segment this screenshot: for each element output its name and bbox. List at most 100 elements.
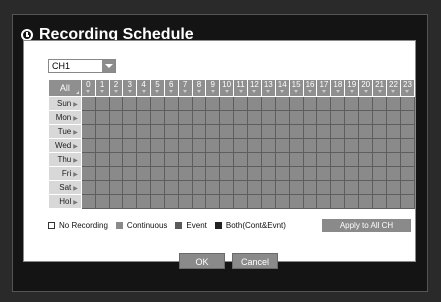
schedule-slot[interactable]: [233, 110, 248, 125]
schedule-slot[interactable]: [344, 166, 360, 181]
schedule-slot[interactable]: [399, 138, 416, 153]
chevron-down-icon[interactable]: [102, 60, 115, 72]
apply-to-all-ch-button[interactable]: Apply to All CH: [322, 219, 411, 232]
schedule-slot[interactable]: [163, 96, 179, 111]
schedule-slot[interactable]: [372, 96, 388, 111]
schedule-slot[interactable]: [163, 166, 179, 181]
all-button[interactable]: All: [48, 79, 82, 97]
schedule-slot[interactable]: [330, 180, 346, 195]
schedule-slot[interactable]: [399, 152, 416, 167]
day-header-sat[interactable]: Sat ▶: [48, 180, 82, 195]
schedule-slot[interactable]: [80, 110, 96, 125]
schedule-slot[interactable]: [399, 124, 416, 139]
schedule-slot[interactable]: [163, 194, 179, 209]
schedule-slot[interactable]: [260, 180, 276, 195]
schedule-slot[interactable]: [177, 194, 193, 209]
schedule-slot[interactable]: [302, 138, 318, 153]
schedule-slot[interactable]: [205, 194, 221, 209]
schedule-slot[interactable]: [136, 166, 152, 181]
schedule-slot[interactable]: [372, 124, 388, 139]
schedule-slot[interactable]: [219, 124, 235, 139]
schedule-slot[interactable]: [177, 138, 193, 153]
schedule-slot[interactable]: [108, 110, 124, 125]
schedule-slot[interactable]: [150, 96, 165, 111]
schedule-slot[interactable]: [386, 124, 401, 139]
schedule-slot[interactable]: [122, 124, 138, 139]
schedule-slot[interactable]: [344, 110, 360, 125]
schedule-slot[interactable]: [344, 124, 360, 139]
schedule-slot[interactable]: [330, 152, 346, 167]
schedule-slot[interactable]: [246, 152, 262, 167]
schedule-slot[interactable]: [219, 166, 235, 181]
schedule-slot[interactable]: [136, 194, 152, 209]
schedule-slot[interactable]: [316, 166, 332, 181]
schedule-slot[interactable]: [163, 124, 179, 139]
schedule-slot[interactable]: [108, 166, 124, 181]
schedule-slot[interactable]: [80, 124, 96, 139]
schedule-slot[interactable]: [344, 180, 360, 195]
schedule-slot[interactable]: [274, 152, 290, 167]
schedule-slot[interactable]: [288, 110, 304, 125]
schedule-slot[interactable]: [372, 166, 388, 181]
schedule-slot[interactable]: [163, 180, 179, 195]
schedule-slot[interactable]: [122, 96, 138, 111]
schedule-slot[interactable]: [205, 138, 221, 153]
schedule-slot[interactable]: [288, 166, 304, 181]
schedule-slot[interactable]: [108, 96, 124, 111]
schedule-slot[interactable]: [246, 96, 262, 111]
schedule-slot[interactable]: [191, 194, 207, 209]
schedule-slot[interactable]: [177, 152, 193, 167]
schedule-slot[interactable]: [246, 194, 262, 209]
schedule-slot[interactable]: [344, 152, 360, 167]
schedule-slot[interactable]: [219, 194, 235, 209]
schedule-slot[interactable]: [122, 110, 138, 125]
schedule-slot[interactable]: [233, 194, 248, 209]
schedule-slot[interactable]: [274, 110, 290, 125]
schedule-slot[interactable]: [274, 96, 290, 111]
schedule-slot[interactable]: [260, 96, 276, 111]
schedule-slot[interactable]: [80, 166, 96, 181]
schedule-slot[interactable]: [399, 96, 416, 111]
hour-header-21[interactable]: 21: [372, 79, 388, 97]
schedule-slot[interactable]: [316, 152, 332, 167]
schedule-slot[interactable]: [386, 138, 401, 153]
schedule-slot[interactable]: [219, 152, 235, 167]
schedule-slot[interactable]: [302, 110, 318, 125]
schedule-slot[interactable]: [191, 124, 207, 139]
schedule-slot[interactable]: [219, 110, 235, 125]
schedule-slot[interactable]: [108, 138, 124, 153]
schedule-slot[interactable]: [80, 96, 96, 111]
schedule-slot[interactable]: [94, 194, 110, 209]
hour-header-22[interactable]: 22: [386, 79, 401, 97]
day-header-sun[interactable]: Sun ▶: [48, 96, 82, 111]
hour-header-3[interactable]: 3: [122, 79, 138, 97]
day-header-thu[interactable]: Thu ▶: [48, 152, 82, 167]
schedule-slot[interactable]: [191, 152, 207, 167]
schedule-slot[interactable]: [177, 180, 193, 195]
schedule-slot[interactable]: [288, 124, 304, 139]
hour-header-17[interactable]: 17: [316, 79, 332, 97]
schedule-slot[interactable]: [246, 180, 262, 195]
schedule-slot[interactable]: [288, 194, 304, 209]
schedule-slot[interactable]: [358, 110, 374, 125]
schedule-slot[interactable]: [358, 180, 374, 195]
schedule-slot[interactable]: [94, 138, 110, 153]
schedule-slot[interactable]: [150, 110, 165, 125]
schedule-slot[interactable]: [150, 194, 165, 209]
schedule-slot[interactable]: [302, 194, 318, 209]
schedule-slot[interactable]: [274, 194, 290, 209]
schedule-slot[interactable]: [136, 152, 152, 167]
schedule-slot[interactable]: [150, 180, 165, 195]
schedule-slot[interactable]: [372, 110, 388, 125]
schedule-slot[interactable]: [260, 138, 276, 153]
schedule-slot[interactable]: [316, 194, 332, 209]
hour-header-8[interactable]: 8: [191, 79, 207, 97]
schedule-slot[interactable]: [233, 96, 248, 111]
schedule-slot[interactable]: [191, 138, 207, 153]
schedule-slot[interactable]: [136, 138, 152, 153]
schedule-slot[interactable]: [219, 96, 235, 111]
schedule-slot[interactable]: [330, 166, 346, 181]
hour-header-14[interactable]: 14: [274, 79, 290, 97]
hour-header-9[interactable]: 9: [205, 79, 221, 97]
schedule-slot[interactable]: [205, 96, 221, 111]
